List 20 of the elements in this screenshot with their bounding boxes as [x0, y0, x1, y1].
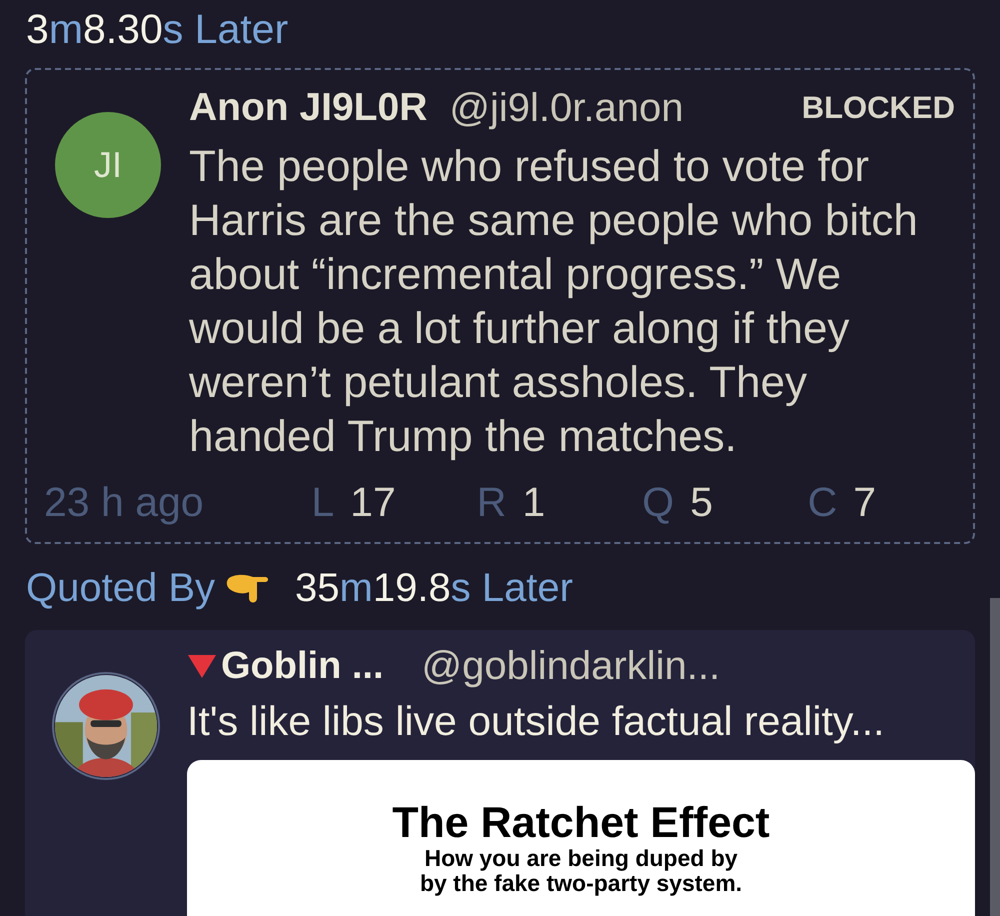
quoted-by-label: Quoted By: [26, 565, 216, 612]
display-name: Goblin ...: [221, 644, 384, 688]
image-title: The Ratchet Effect: [392, 800, 770, 846]
post-time: 23 h ago: [44, 478, 205, 528]
stat-count[interactable]: R 1: [476, 472, 642, 534]
post-text: It's like libs live outside factual reality...: [187, 697, 886, 746]
user-handle: @goblindarklin...: [422, 643, 720, 690]
display-name: Anon JI9L0R: [189, 84, 428, 131]
triangle-icon: [187, 653, 217, 679]
stat-count[interactable]: L 17: [311, 472, 477, 534]
delay-time: 35m19.8s Later: [295, 565, 573, 612]
image-subtitle: by the fake two-party system.: [420, 871, 742, 896]
blocked-label: BLOCKED: [802, 88, 955, 127]
post-text: The people who refused to vote for Harris are the same people who bitch about “incremental progress.” We would be a lot further along if they weren’t petulant assholes. They handed Trump the matches.: [189, 141, 919, 463]
avatar: JI: [55, 112, 161, 218]
stat-count[interactable]: C 7: [808, 472, 973, 534]
image-subtitle: How you are being duped by: [424, 846, 738, 871]
user-handle: @ji9l.0r.anon: [449, 85, 684, 132]
delay-time: 3m8.30s Later: [26, 6, 288, 52]
stat-count[interactable]: Q 5: [642, 472, 808, 534]
